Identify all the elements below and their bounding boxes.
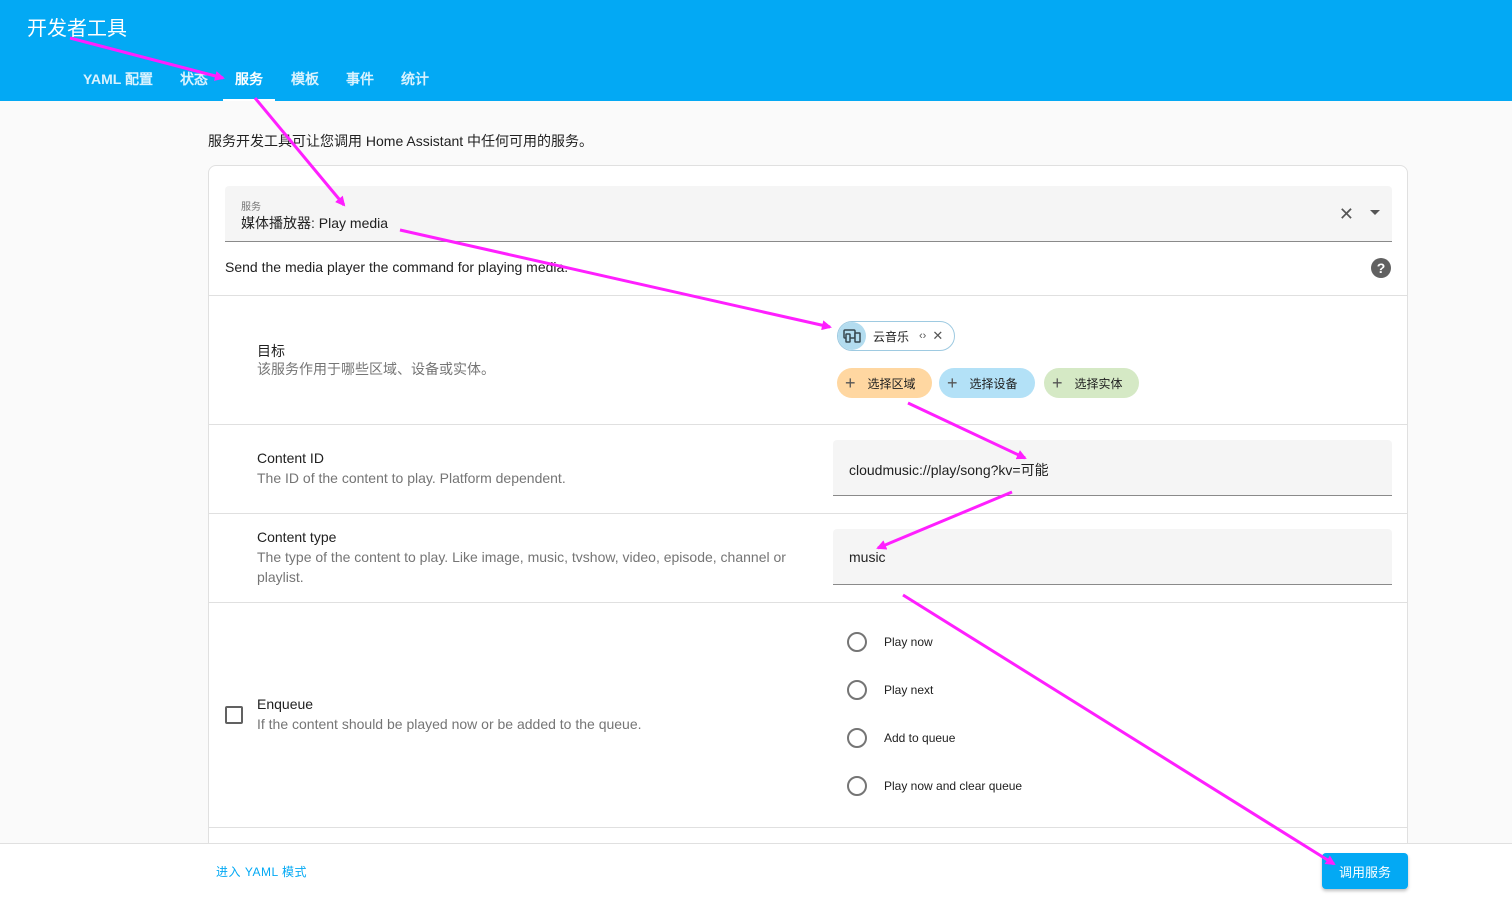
plus-icon: + [1052, 373, 1063, 393]
radio-add-to-queue[interactable] [847, 728, 867, 748]
divider [209, 513, 1407, 514]
target-device-name: 云音乐 [873, 329, 910, 344]
yaml-mode-link[interactable]: 进入 YAML 模式 [216, 863, 307, 880]
service-card: 服务 媒体播放器: Play media ✕ Send the media pl… [208, 165, 1408, 897]
radio-add-to-queue-label[interactable]: Add to queue [884, 731, 955, 745]
content-type-title: Content type [257, 529, 337, 545]
tab-yaml-config[interactable]: YAML 配置 [80, 56, 156, 101]
dropdown-arrow-icon[interactable] [1370, 210, 1380, 215]
service-select-value: 媒体播放器: Play media [241, 215, 389, 231]
remove-icon[interactable]: ✕ [932, 328, 943, 344]
page-title: 开发者工具 [27, 18, 127, 40]
divider [209, 827, 1407, 828]
content-type-subtitle: The type of the content to play. Like im… [257, 549, 786, 585]
app-header: 开发者工具 YAML 配置 状态 服务 模板 事件 统计 [0, 0, 1512, 101]
choose-device-label: 选择设备 [969, 376, 1018, 391]
enqueue-title: Enqueue [257, 696, 314, 712]
radio-play-now-label[interactable]: Play now [884, 635, 933, 649]
choose-area-label: 选择区域 [867, 376, 916, 391]
divider [209, 295, 1407, 296]
enqueue-subtitle: If the content should be played now or b… [257, 716, 642, 732]
content-id-input[interactable]: cloudmusic://play/song?kv=可能 [833, 440, 1392, 496]
tab-templates[interactable]: 模板 [286, 56, 324, 101]
content-type-input[interactable]: music [833, 529, 1392, 585]
call-service-button[interactable]: 调用服务 [1322, 853, 1408, 889]
tab-events[interactable]: 事件 [342, 56, 378, 101]
bottom-bar: 进入 YAML 模式 调用服务 [0, 843, 1512, 897]
service-select[interactable]: 服务 媒体播放器: Play media ✕ [225, 186, 1392, 242]
choose-area-button[interactable]: + 选择区域 [837, 368, 932, 398]
service-select-label: 服务 [241, 202, 261, 213]
target-subtitle: 该服务作用于哪些区域、设备或实体。 [257, 361, 495, 377]
radio-play-next-label[interactable]: Play next [884, 683, 933, 697]
clear-icon[interactable]: ✕ [1339, 204, 1354, 225]
radio-play-next[interactable] [847, 680, 867, 700]
choose-entity-label: 选择实体 [1074, 376, 1123, 391]
content-id-title: Content ID [257, 450, 324, 466]
target-device-chip[interactable]: 云音乐 ‹› ✕ [837, 321, 955, 351]
help-icon[interactable]: ? [1371, 258, 1391, 278]
intro-text: 服务开发工具可让您调用 Home Assistant 中任何可用的服务。 [208, 133, 594, 149]
expand-icon[interactable]: ‹› [919, 330, 926, 342]
divider [209, 602, 1407, 603]
radio-play-now-clear-queue[interactable] [847, 776, 867, 796]
tab-statistics[interactable]: 统计 [397, 56, 433, 101]
tab-services[interactable]: 服务 [223, 56, 275, 101]
radio-play-now[interactable] [847, 632, 867, 652]
divider [209, 424, 1407, 425]
choose-entity-button[interactable]: + 选择实体 [1044, 368, 1139, 398]
radio-play-now-clear-queue-label[interactable]: Play now and clear queue [884, 779, 1022, 793]
devices-icon [838, 322, 866, 350]
target-title: 目标 [257, 343, 285, 359]
plus-icon: + [845, 373, 856, 393]
content-id-subtitle: The ID of the content to play. Platform … [257, 470, 566, 486]
plus-icon: + [947, 373, 958, 393]
tab-states[interactable]: 状态 [176, 56, 212, 101]
choose-device-button[interactable]: + 选择设备 [939, 368, 1035, 398]
enqueue-checkbox[interactable] [225, 706, 243, 724]
service-description: Send the media player the command for pl… [225, 259, 569, 275]
